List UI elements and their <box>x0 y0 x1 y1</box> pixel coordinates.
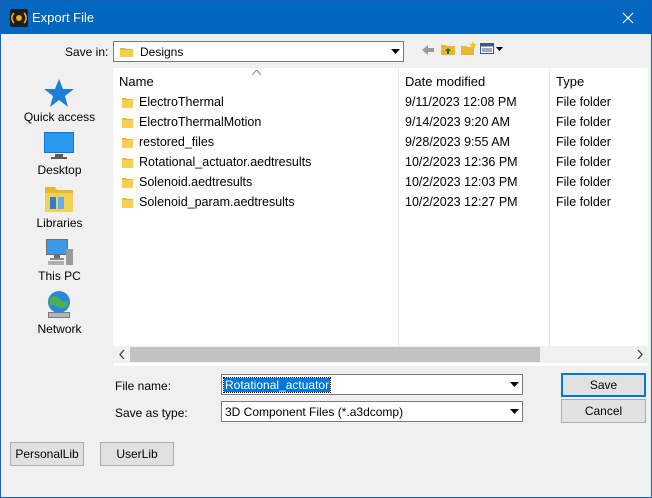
file-name: ElectroThermalMotion <box>139 115 262 129</box>
place-label: This PC <box>38 269 81 283</box>
file-date: 9/28/2023 9:55 AM <box>405 135 510 149</box>
save-in-dropdown-arrow[interactable] <box>386 42 403 61</box>
file-name-input[interactable]: Rotational_actuator <box>221 374 523 395</box>
view-menu-icon[interactable] <box>480 43 504 55</box>
export-file-dialog: Export File Save in: Designs Quick acces… <box>0 0 652 498</box>
network-icon <box>48 291 70 318</box>
folder-icon <box>122 198 133 208</box>
user-lib-button[interactable]: UserLib <box>100 442 174 466</box>
place-label: Desktop <box>37 163 82 177</box>
app-icon <box>10 9 28 27</box>
file-type: File folder <box>556 155 611 169</box>
chevron-left-icon <box>118 350 124 359</box>
place-quick-access[interactable]: Quick access <box>12 78 107 130</box>
cancel-button[interactable]: Cancel <box>561 399 646 423</box>
scroll-right-button[interactable] <box>631 346 648 363</box>
window-title: Export File <box>32 10 95 25</box>
file-name: Solenoid_param.aedtresults <box>139 195 295 209</box>
file-date: 9/14/2023 9:20 AM <box>405 115 510 129</box>
folder-icon <box>120 48 133 57</box>
file-type: File folder <box>556 175 611 189</box>
personal-lib-button[interactable]: PersonalLib <box>10 442 84 466</box>
place-libraries[interactable]: Libraries <box>12 184 107 236</box>
file-row[interactable]: Solenoid_param.aedtresults 10/2/2023 12:… <box>113 193 648 213</box>
horizontal-scrollbar[interactable] <box>113 346 648 363</box>
file-type: File folder <box>556 95 611 109</box>
save-in-combo[interactable]: Designs <box>113 41 404 62</box>
folder-icon <box>122 98 133 108</box>
close-button[interactable] <box>605 1 651 34</box>
chevron-down-icon <box>390 48 400 54</box>
save-as-type-select[interactable]: 3D Component Files (*.a3dcomp) <box>221 401 523 422</box>
file-date: 10/2/2023 12:36 PM <box>405 155 518 169</box>
file-date: 10/2/2023 12:03 PM <box>405 175 518 189</box>
save-as-type-label: Save as type: <box>115 406 188 420</box>
up-folder-icon[interactable] <box>440 42 456 56</box>
close-icon <box>622 12 634 23</box>
file-type: File folder <box>556 135 611 149</box>
file-row[interactable]: Rotational_actuator.aedtresults 10/2/202… <box>113 153 648 173</box>
folder-icon <box>122 138 133 148</box>
file-name: Solenoid.aedtresults <box>139 175 253 189</box>
file-row[interactable]: restored_files 9/28/2023 9:55 AM File fo… <box>113 133 648 153</box>
file-name: Rotational_actuator.aedtresults <box>139 155 312 169</box>
file-row[interactable]: ElectroThermalMotion 9/14/2023 9:20 AM F… <box>113 113 648 133</box>
file-name: restored_files <box>139 135 215 149</box>
save-as-type-value: 3D Component Files (*.a3dcomp) <box>225 405 404 419</box>
file-name-dropdown-arrow[interactable] <box>505 375 522 394</box>
file-type: File folder <box>556 115 611 129</box>
column-header-date[interactable]: Date modified <box>399 68 549 95</box>
computer-icon <box>46 239 73 265</box>
save-as-type-dropdown-arrow[interactable] <box>505 402 522 421</box>
place-label: Libraries <box>36 216 83 230</box>
chevron-right-icon <box>637 350 643 359</box>
place-this-pc[interactable]: This PC <box>12 237 107 289</box>
places-bar: Quick access Desktop Libraries This PC N… <box>12 68 107 366</box>
place-desktop[interactable]: Desktop <box>12 131 107 183</box>
folder-icon <box>122 158 133 168</box>
file-name-label: File name: <box>115 379 172 393</box>
file-date: 10/2/2023 12:27 PM <box>405 195 518 209</box>
file-name-value: Rotational_actuator <box>222 377 332 393</box>
place-label: Quick access <box>23 110 96 124</box>
save-button[interactable]: Save <box>561 373 646 397</box>
file-list[interactable]: Name Date modified Type ElectroThermal 9… <box>113 68 648 366</box>
column-header-type[interactable]: Type <box>550 68 648 95</box>
title-bar: Export File <box>1 1 651 34</box>
column-header-name[interactable]: Name <box>113 68 398 95</box>
folder-icon <box>122 178 133 188</box>
new-folder-icon[interactable] <box>460 41 477 56</box>
chevron-down-icon <box>509 408 519 414</box>
desktop-icon <box>44 132 74 159</box>
back-arrow-icon[interactable] <box>422 44 435 56</box>
file-date: 9/11/2023 12:08 PM <box>405 95 517 109</box>
chevron-down-icon <box>509 381 519 387</box>
file-type: File folder <box>556 195 611 209</box>
file-name: ElectroThermal <box>139 95 224 109</box>
scroll-left-button[interactable] <box>113 346 130 363</box>
folder-icon <box>122 118 133 128</box>
libraries-icon <box>45 187 73 212</box>
save-in-label: Save in: <box>65 45 109 59</box>
save-in-value: Designs <box>140 45 184 59</box>
place-label: Network <box>37 322 82 336</box>
scrollbar-thumb[interactable] <box>130 347 540 362</box>
file-row[interactable]: ElectroThermal 9/11/2023 12:08 PM File f… <box>113 93 648 113</box>
place-network[interactable]: Network <box>12 290 107 342</box>
star-icon <box>44 79 74 107</box>
file-row[interactable]: Solenoid.aedtresults 10/2/2023 12:03 PM … <box>113 173 648 193</box>
